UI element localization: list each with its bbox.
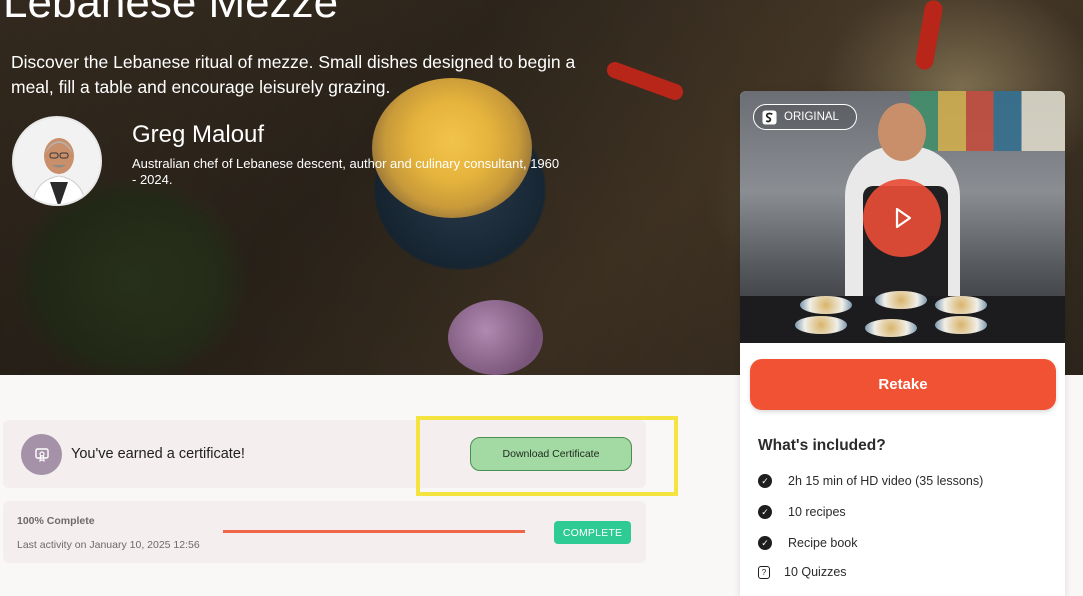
dish-plate <box>795 316 847 334</box>
dish-plate <box>935 316 987 334</box>
hero-chili-image <box>604 59 686 103</box>
video-thumbnail[interactable]: ORIGINAL <box>740 91 1065 343</box>
included-item: ✓ 2h 15 min of HD video (35 lessons) <box>758 471 983 491</box>
quiz-icon: ? <box>758 565 770 579</box>
kitchen-shelf-image <box>910 91 1065 151</box>
play-icon <box>895 207 912 229</box>
progress-bar-fill <box>223 530 525 533</box>
retake-button[interactable]: Retake <box>750 359 1056 410</box>
certificate-icon <box>21 434 62 475</box>
progress-percent: 100% Complete <box>17 515 95 527</box>
hero-cauliflower-image <box>448 300 543 375</box>
course-sidebar: ORIGINAL Retake What's included? ✓ 2h 15… <box>740 91 1065 596</box>
certificate-message: You've earned a certificate! <box>71 446 245 462</box>
included-item-label: 10 Quizzes <box>784 565 847 579</box>
dish-plate <box>935 296 987 314</box>
check-circle-icon: ✓ <box>758 474 772 488</box>
included-item-label: 10 recipes <box>788 505 846 519</box>
whats-included-heading: What's included? <box>758 437 886 454</box>
included-item: ? 10 Quizzes <box>758 562 847 582</box>
included-item: ✓ Recipe book <box>758 533 858 553</box>
included-item: ✓ 10 recipes <box>758 502 846 522</box>
dish-plate <box>865 319 917 337</box>
course-description: Discover the Lebanese ritual of mezze. S… <box>11 52 576 97</box>
chef-portrait-icon <box>14 118 100 204</box>
status-badge: COMPLETE <box>554 521 631 544</box>
chef-bio: Australian chef of Lebanese descent, aut… <box>132 156 560 187</box>
original-logo-icon <box>762 109 777 125</box>
download-certificate-button[interactable]: Download Certificate <box>470 437 632 471</box>
last-activity: Last activity on January 10, 2025 12:56 <box>17 539 200 551</box>
chef-head <box>878 103 926 161</box>
hero-chili-image-2 <box>914 0 944 72</box>
included-item-label: Recipe book <box>788 536 858 550</box>
check-circle-icon: ✓ <box>758 505 772 519</box>
dish-plate <box>800 296 852 314</box>
included-item-label: 2h 15 min of HD video (35 lessons) <box>788 474 984 488</box>
course-title: Lebanese Mezze <box>3 0 339 27</box>
original-badge: ORIGINAL <box>753 104 857 130</box>
check-circle-icon: ✓ <box>758 536 772 550</box>
progress-bar <box>223 530 525 533</box>
play-button[interactable] <box>863 179 941 257</box>
chef-name[interactable]: Greg Malouf <box>132 121 264 149</box>
original-badge-label: ORIGINAL <box>784 111 839 123</box>
dish-plate <box>875 291 927 309</box>
chef-avatar[interactable] <box>12 116 102 206</box>
